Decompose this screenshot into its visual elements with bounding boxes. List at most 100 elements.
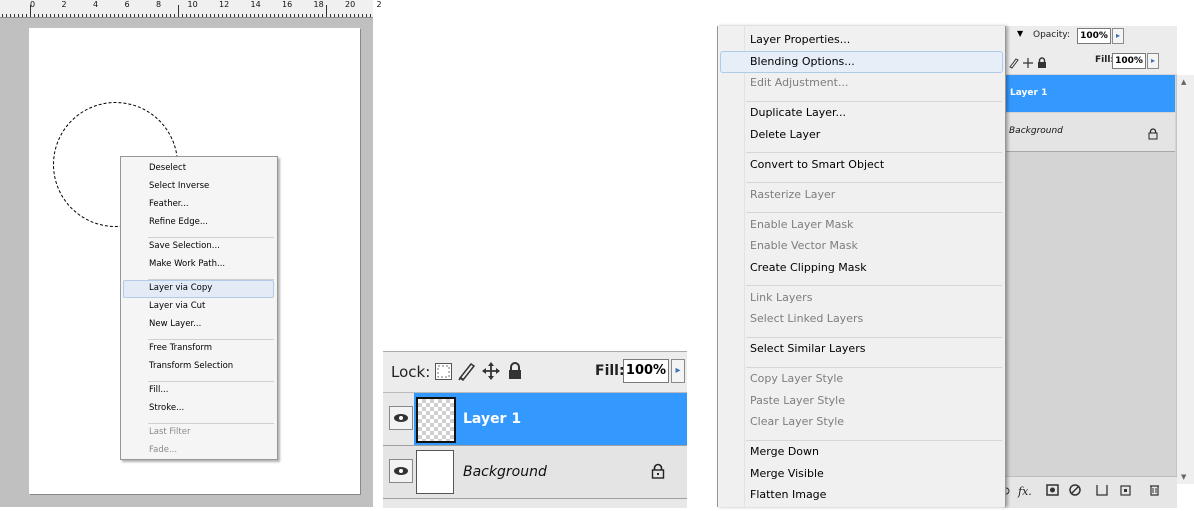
- menu-item-refine-edge[interactable]: Refine Edge...: [149, 217, 208, 227]
- menu-item-fill[interactable]: Fill...: [149, 385, 168, 395]
- ruler-tick: [226, 14, 227, 17]
- new-layer-icon[interactable]: [1120, 485, 1131, 496]
- ruler-tick: [42, 14, 43, 17]
- menu-item-save-selection[interactable]: Save Selection...: [149, 241, 220, 251]
- menu-item-enable-layer-mask[interactable]: Enable Layer Mask: [750, 218, 853, 231]
- ruler-tick: [198, 14, 199, 17]
- layer-lock-icon: [651, 463, 665, 483]
- menu-item-select-inverse[interactable]: Select Inverse: [149, 181, 209, 191]
- fx-icon[interactable]: fx.: [1017, 485, 1032, 498]
- ruler-tick: [118, 14, 119, 17]
- menu-item-deselect[interactable]: Deselect: [149, 163, 186, 173]
- menu-item-copy-layer-style[interactable]: Copy Layer Style: [750, 372, 843, 385]
- menu-item-rasterize-layer[interactable]: Rasterize Layer: [750, 188, 835, 201]
- ruler-tick: [158, 14, 159, 17]
- scroll-up-arrow-icon[interactable]: ▲: [1181, 78, 1186, 86]
- ruler-tick: [78, 14, 79, 17]
- ruler-tick: [354, 14, 355, 17]
- lock-image-pixels-icon[interactable]: [457, 360, 477, 386]
- lock-image-pixels-icon[interactable]: [1008, 54, 1020, 73]
- ruler-tick: [262, 14, 263, 17]
- menu-item-transform-selection[interactable]: Transform Selection: [149, 361, 233, 371]
- menu-item-merge-visible[interactable]: Merge Visible: [750, 467, 824, 480]
- menu-item-convert-to-smart-object[interactable]: Convert to Smart Object: [750, 158, 884, 171]
- opacity-slider-arrow-icon[interactable]: ▸: [1112, 28, 1124, 44]
- menu-separator: [148, 237, 274, 238]
- menu-item-select-linked-layers[interactable]: Select Linked Layers: [750, 312, 863, 325]
- ruler-tick: [190, 14, 191, 17]
- menu-item-fade[interactable]: Fade...: [149, 445, 177, 455]
- opacity-input[interactable]: 100%: [1077, 28, 1111, 44]
- ruler-tick: [270, 14, 271, 17]
- layer-name: Background: [463, 464, 547, 480]
- menu-item-make-work-path[interactable]: Make Work Path...: [149, 259, 225, 269]
- layer-row-layer-1[interactable]: Layer 1: [383, 393, 687, 446]
- menu-item-create-clipping-mask[interactable]: Create Clipping Mask: [750, 261, 867, 274]
- menu-item-feather[interactable]: Feather...: [149, 199, 189, 209]
- fill-slider-arrow-icon[interactable]: ▸: [1147, 53, 1159, 69]
- lock-label: Lock:: [391, 363, 431, 381]
- adjustment-icon[interactable]: [1069, 484, 1081, 496]
- trash-icon[interactable]: [1150, 485, 1159, 496]
- menu-item-blending-options[interactable]: Blending Options...: [750, 55, 855, 68]
- ruler-tick: [338, 14, 339, 17]
- folder-icon[interactable]: [1096, 485, 1108, 496]
- blend-mode-dropdown-arrow-icon[interactable]: ▼: [1017, 29, 1023, 38]
- ruler-number: 20: [345, 0, 356, 9]
- layer-thumbnail: [416, 397, 456, 443]
- menu-item-layer-properties[interactable]: Layer Properties...: [750, 33, 850, 46]
- ruler-number: 8: [156, 0, 162, 9]
- ruler-tick: [50, 14, 51, 17]
- menu-item-stroke[interactable]: Stroke...: [149, 403, 184, 413]
- fill-slider-arrow-icon[interactable]: ▸: [671, 359, 685, 383]
- ruler-tick: [154, 14, 155, 17]
- lock-position-icon[interactable]: [481, 361, 501, 385]
- ruler-tick: [342, 14, 343, 17]
- visibility-eye-icon[interactable]: [389, 459, 413, 483]
- visibility-eye-icon[interactable]: [389, 406, 413, 430]
- fill-input[interactable]: 100%: [1112, 53, 1146, 69]
- layer-row-background[interactable]: Background: [1003, 113, 1175, 152]
- mask-icon[interactable]: [1046, 484, 1059, 496]
- menu-item-layer-via-cut[interactable]: Layer via Cut: [149, 301, 205, 311]
- ruler-tick: [258, 14, 259, 17]
- ruler-tick: [286, 14, 287, 17]
- menu-item-clear-layer-style[interactable]: Clear Layer Style: [750, 415, 844, 428]
- lock-position-icon[interactable]: [1022, 54, 1034, 73]
- lock-all-icon[interactable]: [507, 361, 523, 385]
- menu-item-layer-via-copy[interactable]: Layer via Copy: [149, 283, 212, 293]
- ruler-tick: [38, 14, 39, 17]
- menu-separator: [746, 336, 1002, 338]
- ruler-tick: [290, 14, 291, 17]
- menu-item-enable-vector-mask[interactable]: Enable Vector Mask: [750, 239, 858, 252]
- menu-separator: [148, 423, 274, 424]
- menu-item-link-layers[interactable]: Link Layers: [750, 291, 812, 304]
- fill-input[interactable]: 100%: [623, 359, 669, 383]
- menu-item-edit-adjustment[interactable]: Edit Adjustment...: [750, 76, 848, 89]
- scroll-down-arrow-icon[interactable]: ▼: [1181, 473, 1186, 481]
- ruler-tick: [278, 14, 279, 17]
- ruler-tick: [166, 14, 167, 17]
- ruler-tick: [222, 14, 223, 17]
- layer-row-background[interactable]: Background: [383, 446, 687, 499]
- ruler-tick: [194, 14, 195, 17]
- menu-item-flatten-image[interactable]: Flatten Image: [750, 488, 826, 501]
- menu-item-last-filter[interactable]: Last Filter: [149, 427, 190, 437]
- menu-item-paste-layer-style[interactable]: Paste Layer Style: [750, 394, 845, 407]
- menu-item-duplicate-layer[interactable]: Duplicate Layer...: [750, 106, 846, 119]
- menu-item-merge-down[interactable]: Merge Down: [750, 445, 819, 458]
- lock-transparent-pixels-icon[interactable]: [435, 363, 452, 380]
- ruler-number: 4: [93, 0, 99, 9]
- menu-item-new-layer[interactable]: New Layer...: [149, 319, 201, 329]
- menu-item-delete-layer[interactable]: Delete Layer: [750, 128, 820, 141]
- menu-item-free-transform[interactable]: Free Transform: [149, 343, 212, 353]
- layer-context-menu: Layer Properties... Blending Options... Ed…: [717, 26, 1006, 507]
- menu-separator: [746, 182, 1002, 184]
- ruler-tick: [146, 14, 147, 17]
- menu-item-select-similar-layers[interactable]: Select Similar Layers: [750, 342, 865, 355]
- layer-row-layer-1[interactable]: Layer 1: [1003, 75, 1175, 112]
- ruler-tick: [102, 14, 103, 17]
- ruler-number: 12: [219, 0, 230, 9]
- lock-all-icon[interactable]: [1037, 54, 1047, 73]
- layers-scrollbar[interactable]: ▲ ▼: [1176, 75, 1194, 484]
